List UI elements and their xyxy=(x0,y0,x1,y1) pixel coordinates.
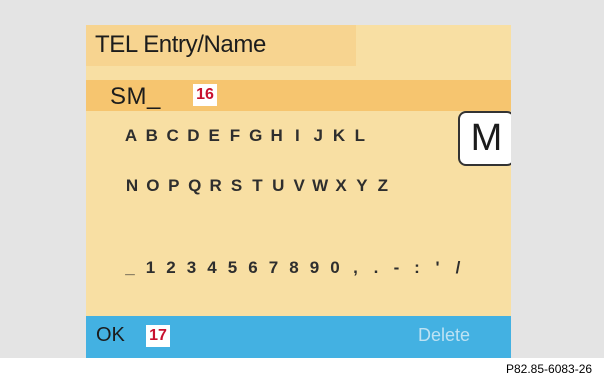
entry-value: SM_ xyxy=(110,83,161,110)
selected-key-m[interactable]: M xyxy=(458,111,511,166)
key-y[interactable]: Y xyxy=(353,176,371,196)
key-5[interactable]: 5 xyxy=(224,258,242,278)
key-a[interactable]: A xyxy=(122,126,140,146)
key-n[interactable]: N xyxy=(123,176,141,196)
key-4[interactable]: 4 xyxy=(203,258,221,278)
key-f[interactable]: F xyxy=(226,126,244,146)
key-symbol-14[interactable]: : xyxy=(408,258,426,278)
key-0[interactable]: 0 xyxy=(326,258,344,278)
key-p[interactable]: P xyxy=(165,176,183,196)
key-symbol-0[interactable]: _ xyxy=(121,258,139,278)
key-3[interactable]: 3 xyxy=(183,258,201,278)
key-d[interactable]: D xyxy=(184,126,202,146)
key-l[interactable]: L xyxy=(351,126,369,146)
key-r[interactable]: R xyxy=(207,176,225,196)
key-symbol-11[interactable]: , xyxy=(347,258,365,278)
key-symbol-12[interactable]: . xyxy=(367,258,385,278)
callout-17: 17 xyxy=(146,325,170,347)
key-7[interactable]: 7 xyxy=(265,258,283,278)
key-u[interactable]: U xyxy=(269,176,287,196)
key-t[interactable]: T xyxy=(248,176,266,196)
key-2[interactable]: 2 xyxy=(162,258,180,278)
key-c[interactable]: C xyxy=(164,126,182,146)
figure-frame: TEL Entry/Name SM_ ABCDEFGHIJKL NOPQRSTUV… xyxy=(0,0,604,358)
key-s[interactable]: S xyxy=(228,176,246,196)
title-bar: TEL Entry/Name xyxy=(86,25,356,66)
figure-code: P82.85-6083-26 xyxy=(506,362,593,376)
key-h[interactable]: H xyxy=(268,126,286,146)
key-8[interactable]: 8 xyxy=(285,258,303,278)
delete-button[interactable]: Delete xyxy=(418,325,470,346)
key-symbol-16[interactable]: / xyxy=(449,258,467,278)
key-o[interactable]: O xyxy=(144,176,162,196)
display-screen: TEL Entry/Name SM_ ABCDEFGHIJKL NOPQRSTUV… xyxy=(86,25,511,358)
key-j[interactable]: J xyxy=(309,126,327,146)
key-9[interactable]: 9 xyxy=(306,258,324,278)
key-q[interactable]: Q xyxy=(186,176,204,196)
key-symbol-13[interactable]: - xyxy=(388,258,406,278)
key-x[interactable]: X xyxy=(332,176,350,196)
key-6[interactable]: 6 xyxy=(244,258,262,278)
key-z[interactable]: Z xyxy=(374,176,392,196)
callout-16: 16 xyxy=(193,84,217,106)
key-1[interactable]: 1 xyxy=(142,258,160,278)
key-k[interactable]: K xyxy=(330,126,348,146)
key-b[interactable]: B xyxy=(143,126,161,146)
key-i[interactable]: I xyxy=(288,126,306,146)
key-g[interactable]: G xyxy=(247,126,265,146)
key-symbol-15[interactable]: ' xyxy=(429,258,447,278)
key-e[interactable]: E xyxy=(205,126,223,146)
ok-button[interactable]: OK xyxy=(96,324,125,347)
page-title: TEL Entry/Name xyxy=(95,31,266,58)
key-w[interactable]: W xyxy=(311,176,329,196)
key-v[interactable]: V xyxy=(290,176,308,196)
